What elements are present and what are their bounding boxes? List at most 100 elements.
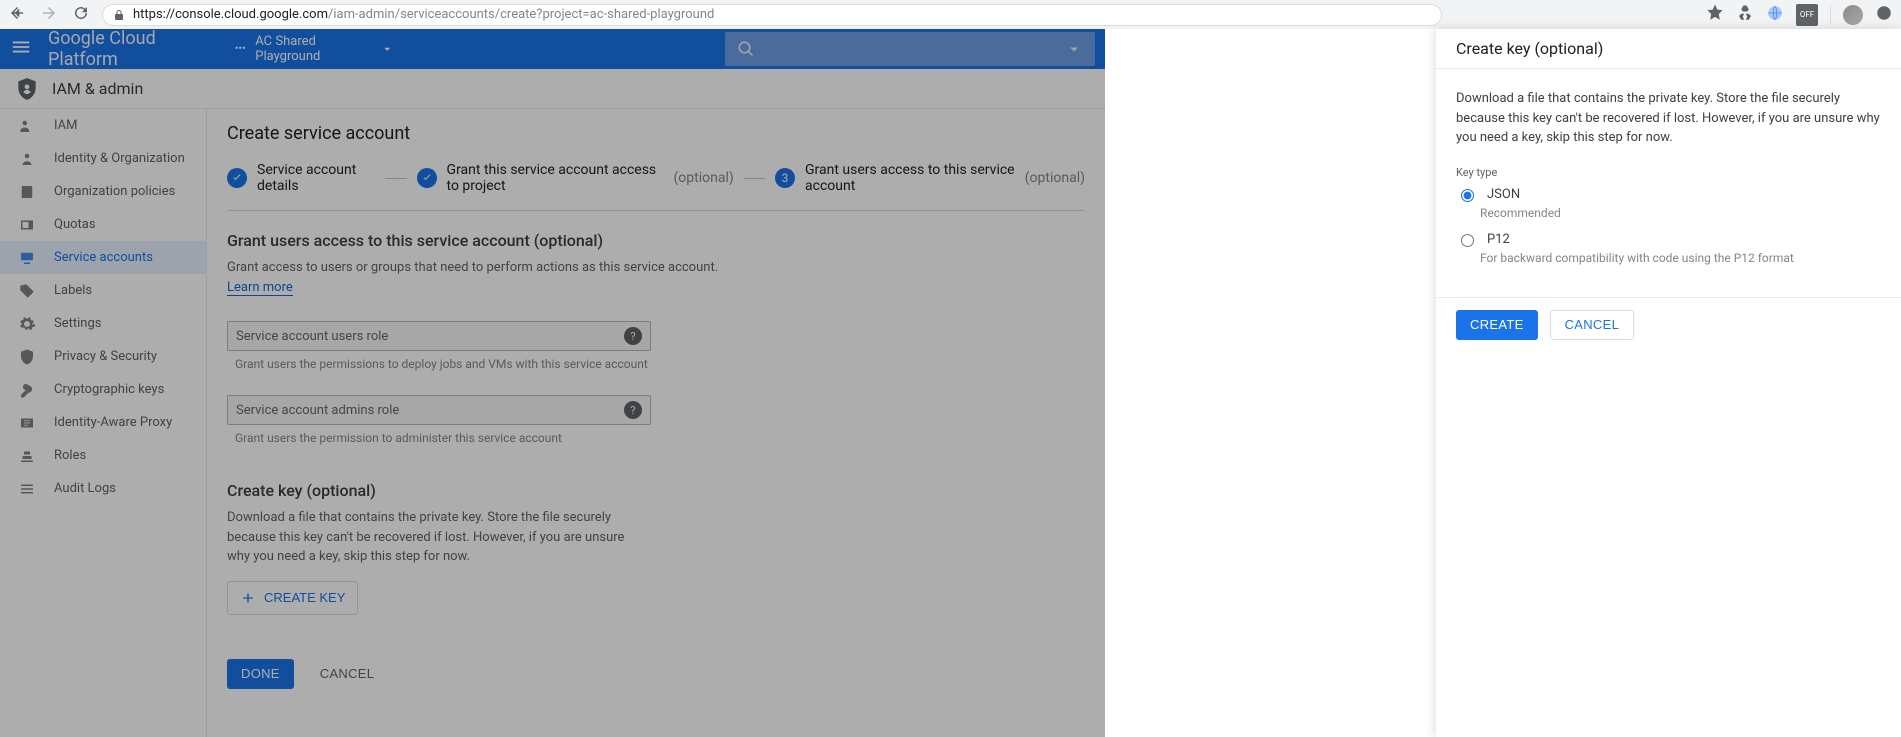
- sidebar-item-label: Cryptographic keys: [54, 382, 164, 397]
- nav-forward-icon[interactable]: [40, 4, 58, 26]
- sidebar-item-label: Audit Logs: [54, 481, 116, 496]
- cancel-button[interactable]: CANCEL: [314, 665, 381, 682]
- star-icon[interactable]: [1706, 4, 1724, 26]
- url-path: /iam-admin/serviceaccounts/create?projec…: [328, 7, 714, 22]
- sidebar-item-serviceaccounts[interactable]: Service accounts: [0, 241, 206, 274]
- admins-role-placeholder: Service account admins role: [236, 403, 399, 418]
- sidebar-item-label: Privacy & Security: [54, 349, 157, 364]
- step2-complete-icon[interactable]: [417, 168, 437, 188]
- key-type-label: Key type: [1456, 166, 1881, 179]
- sidebar-item-label: Labels: [54, 283, 92, 298]
- step1-complete-icon[interactable]: [227, 168, 247, 188]
- sidebar-item-iap[interactable]: Identity-Aware Proxy: [0, 406, 206, 439]
- step3-label: Grant users access to this service accou…: [805, 162, 1021, 194]
- sidebar-item-quotas[interactable]: Quotas: [0, 208, 206, 241]
- caret-down-icon: [380, 41, 395, 57]
- sidebar-item-label: Quotas: [54, 217, 96, 232]
- lock-icon: [113, 9, 125, 21]
- help-icon[interactable]: ?: [624, 327, 642, 345]
- radio-p12-input[interactable]: [1461, 234, 1474, 247]
- nav-reload-icon[interactable]: [72, 4, 90, 26]
- project-selector[interactable]: AC Shared Playground: [233, 34, 395, 64]
- step-separator: [385, 178, 406, 179]
- stepper: Service account details Grant this servi…: [227, 162, 1085, 194]
- sidebar-item-roles[interactable]: Roles: [0, 439, 206, 472]
- create-key-button[interactable]: CREATE KEY: [227, 581, 358, 615]
- radio-json[interactable]: JSON: [1456, 187, 1881, 202]
- gcp-search[interactable]: [725, 32, 1095, 66]
- create-key-heading: Create key (optional): [227, 481, 1085, 500]
- url-host: https://console.cloud.google.com: [133, 7, 328, 22]
- sidebar-item-settings[interactable]: Settings: [0, 307, 206, 340]
- section-title: IAM & admin: [52, 79, 143, 98]
- radio-p12-label: P12: [1487, 232, 1510, 247]
- grant-users-desc-text: Grant access to users or groups that nee…: [227, 260, 718, 275]
- learn-more-link[interactable]: Learn more: [227, 280, 293, 296]
- url-bar[interactable]: https://console.cloud.google.com/iam-adm…: [102, 4, 1442, 26]
- page-title: Create service account: [227, 123, 1085, 144]
- profile-avatar[interactable]: [1843, 5, 1863, 25]
- users-role-help: Grant users the permissions to deploy jo…: [235, 357, 1085, 371]
- users-role-placeholder: Service account users role: [236, 329, 388, 344]
- step3-number[interactable]: 3: [775, 168, 795, 188]
- sidebar-item-labels[interactable]: Labels: [0, 274, 206, 307]
- sidebar-item-auditlogs[interactable]: Audit Logs: [0, 472, 206, 505]
- step1-label: Service account details: [257, 162, 375, 194]
- sidebar-item-label: Roles: [54, 448, 86, 463]
- sidebar-item-identity[interactable]: Identity & Organization: [0, 142, 206, 175]
- step3-opt: (optional): [1025, 170, 1085, 186]
- help-icon[interactable]: ?: [624, 401, 642, 419]
- hamburger-icon[interactable]: [10, 36, 32, 62]
- gcp-logo[interactable]: Google Cloud Platform: [48, 29, 215, 70]
- chrome-separator: [1830, 5, 1831, 25]
- step-separator: [744, 178, 765, 179]
- sidebar: IAM Identity & Organization Organization…: [0, 109, 207, 737]
- step2-opt: (optional): [673, 170, 733, 186]
- panel-title: Create key (optional): [1436, 29, 1901, 69]
- panel-cancel-button[interactable]: CANCEL: [1550, 310, 1635, 340]
- browser-toolbar: https://console.cloud.google.com/iam-adm…: [0, 0, 1901, 29]
- search-icon: [737, 40, 755, 58]
- grant-users-desc: Grant access to users or groups that nee…: [227, 258, 1085, 297]
- radio-json-sub: Recommended: [1480, 206, 1881, 220]
- grant-users-heading: Grant users access to this service accou…: [227, 231, 1085, 250]
- project-name: AC Shared Playground: [255, 34, 372, 64]
- divider: [227, 210, 1085, 211]
- admins-role-field[interactable]: Service account admins role ?: [227, 395, 651, 425]
- radio-p12-sub: For backward compatibility with code usi…: [1480, 251, 1881, 265]
- gcp-header: Google Cloud Platform AC Shared Playgrou…: [0, 29, 1105, 69]
- admins-role-help: Grant users the permission to administer…: [235, 431, 1085, 445]
- panel-create-button[interactable]: CREATE: [1456, 310, 1538, 340]
- done-button[interactable]: DONE: [227, 659, 294, 689]
- create-key-panel: Create key (optional) Download a file th…: [1436, 29, 1901, 737]
- sidebar-item-iam[interactable]: IAM: [0, 109, 206, 142]
- sidebar-item-label: Organization policies: [54, 184, 175, 199]
- users-role-field[interactable]: Service account users role ?: [227, 321, 651, 351]
- ext-off-badge[interactable]: OFF: [1796, 4, 1818, 26]
- ext-globe-icon[interactable]: [1766, 4, 1784, 26]
- project-dots-icon: [233, 41, 248, 57]
- sidebar-item-privacy[interactable]: Privacy & Security: [0, 340, 206, 373]
- main-content: Create service account Service account d…: [207, 109, 1105, 737]
- sidebar-item-label: Service accounts: [54, 250, 153, 265]
- radio-p12[interactable]: P12: [1456, 232, 1881, 247]
- sidebar-item-orgpolicies[interactable]: Organization policies: [0, 175, 206, 208]
- panel-desc: Download a file that contains the privat…: [1456, 89, 1881, 148]
- nav-back-icon[interactable]: [8, 4, 26, 26]
- sidebar-item-crypto[interactable]: Cryptographic keys: [0, 373, 206, 406]
- gcp-search-input[interactable]: [755, 40, 1065, 58]
- sidebar-item-label: Settings: [54, 316, 101, 331]
- section-bar: IAM & admin: [0, 69, 1105, 109]
- step2-label: Grant this service account access to pro…: [447, 162, 670, 194]
- radio-json-label: JSON: [1487, 187, 1520, 202]
- ext-recycle-icon[interactable]: [1736, 4, 1754, 26]
- sidebar-item-label: Identity & Organization: [54, 151, 185, 166]
- plus-icon: [240, 590, 256, 606]
- create-key-desc: Download a file that contains the privat…: [227, 508, 647, 567]
- radio-json-input[interactable]: [1461, 189, 1474, 202]
- search-caret-icon: [1065, 40, 1083, 58]
- create-key-button-label: CREATE KEY: [264, 590, 345, 605]
- sidebar-item-label: Identity-Aware Proxy: [54, 415, 172, 430]
- sidebar-item-label: IAM: [54, 118, 77, 133]
- ext-red-icon[interactable]: [1875, 4, 1893, 26]
